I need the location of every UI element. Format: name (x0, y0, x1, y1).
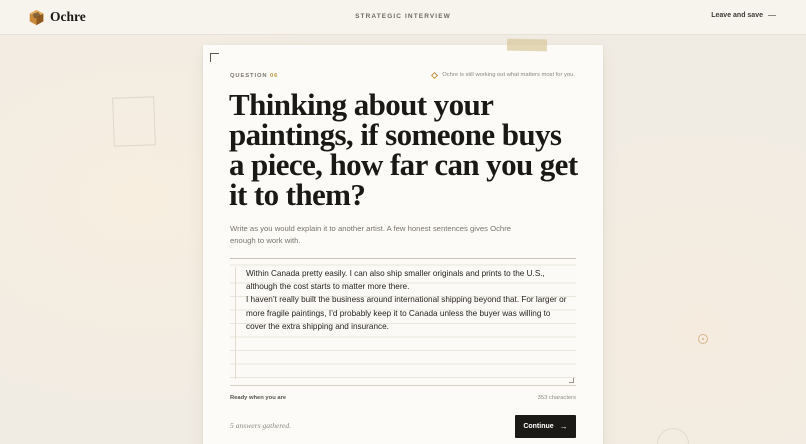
continue-button[interactable]: Continue → (515, 415, 576, 438)
question-number: 06 (270, 73, 279, 79)
question-label: QUESTION 06 (230, 73, 278, 79)
question-label-text: QUESTION (230, 73, 268, 79)
decorative-arc (657, 428, 689, 444)
answers-gathered: 5 answers gathered. (230, 421, 292, 430)
answer-paragraph: Within Canada pretty easily. I can also … (246, 269, 545, 292)
decorative-square (112, 96, 156, 147)
status-note: Ochre is still working out what matters … (431, 71, 575, 79)
answer-textarea[interactable]: Within Canada pretty easily. I can also … (230, 258, 576, 386)
character-count: 353 characters (537, 395, 576, 401)
header-title: STRATEGIC INTERVIEW (355, 13, 451, 20)
decorative-circle-icon (698, 334, 708, 344)
question-heading: Thinking about your paintings, if someon… (229, 87, 578, 212)
dash-icon (768, 15, 776, 16)
tape-decoration (506, 38, 548, 52)
question-card: QUESTION 06 Ochre is still working out w… (203, 38, 603, 444)
ready-label: Ready when you are (230, 395, 287, 401)
leave-and-save-button[interactable]: Leave and save (711, 12, 776, 19)
diamond-icon (431, 71, 439, 79)
leave-and-save-label: Leave and save (711, 12, 763, 19)
status-text: Ochre is still working out what matters … (442, 72, 575, 78)
answer-paragraph: I haven’t really built the business arou… (246, 295, 567, 331)
resize-handle-icon[interactable] (569, 378, 574, 383)
arrow-right-icon: → (559, 421, 568, 431)
helper-text: Write as you would explain it to another… (230, 224, 512, 245)
top-bar: Ochre STRATEGIC INTERVIEW Leave and save (0, 0, 806, 35)
margin-rule (235, 267, 236, 379)
answer-text: Within Canada pretty easily. I can also … (246, 267, 570, 333)
continue-label: Continue (523, 423, 554, 430)
corner-mark-icon (210, 53, 219, 62)
